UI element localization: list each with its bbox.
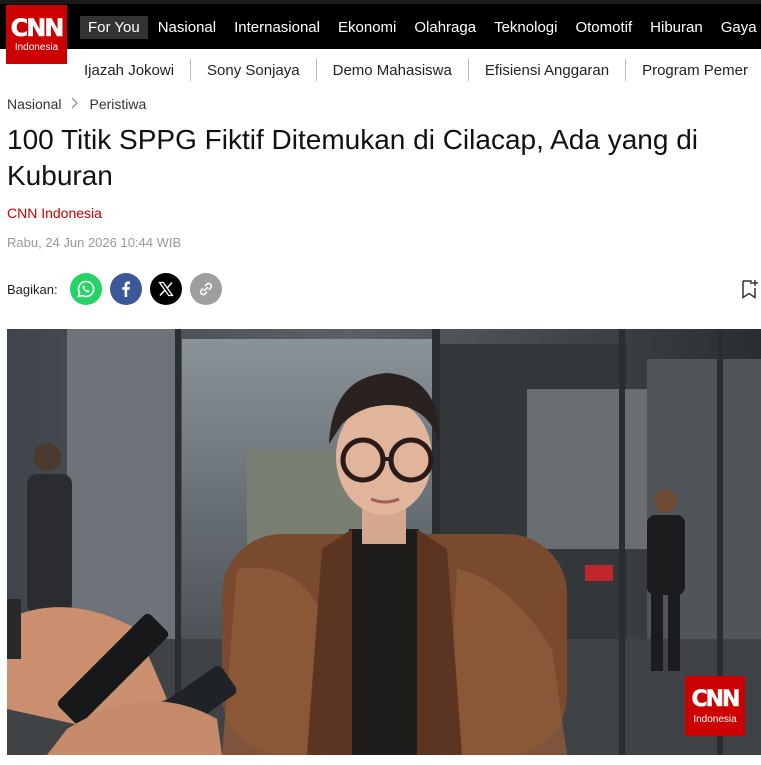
facebook-share-button[interactable] [109, 273, 142, 305]
top-strip [0, 0, 761, 4]
bookmark-add-icon[interactable] [741, 279, 759, 299]
breadcrumb-subsection[interactable]: Peristiwa [89, 96, 146, 112]
top-navbar: For You Nasional Internasional Ekonomi O… [0, 0, 761, 49]
breadcrumb-section[interactable]: Nasional [7, 96, 61, 112]
logo-word: CNN [10, 14, 64, 42]
nav-item-for-you[interactable]: For You [80, 15, 148, 39]
nav-item-internasional[interactable]: Internasional [226, 16, 328, 39]
share-bar: Bagikan: [7, 273, 230, 305]
topic-ijazah-jokowi[interactable]: Ijazah Jokowi [68, 62, 190, 79]
link-icon [199, 282, 212, 296]
share-label: Bagikan: [7, 281, 58, 297]
topic-demo-mahasiswa[interactable]: Demo Mahasiswa [317, 62, 468, 79]
article-hero-image [7, 329, 761, 755]
x-icon [157, 281, 174, 297]
hero-photo [7, 329, 761, 755]
topic-sony-sonjaya[interactable]: Sony Sonjaya [191, 62, 316, 79]
topic-efisiensi-anggaran[interactable]: Efisiensi Anggaran [469, 62, 625, 79]
article-source[interactable]: CNN Indonesia [7, 205, 102, 221]
copy-link-button[interactable] [189, 273, 222, 305]
article-date: Rabu, 24 Jun 2026 10:44 WIB [7, 235, 182, 250]
article-title: 100 Titik SPPG Fiktif Ditemukan di Cilac… [7, 124, 698, 191]
nav-item-olahraga[interactable]: Olahraga [406, 16, 484, 39]
logo-subtitle: Indonesia [14, 42, 59, 53]
cnn-watermark: CNN Indonesia [685, 676, 745, 736]
nav-item-otomotif[interactable]: Otomotif [567, 16, 640, 39]
trending-topics-nav: Ijazah Jokowi Sony Sonjaya Demo Mahasisw… [68, 56, 761, 84]
cnn-logo[interactable]: CNN Indonesia [6, 5, 67, 64]
facebook-icon [121, 281, 130, 297]
nav-item-teknologi[interactable]: Teknologi [486, 16, 565, 39]
topic-program-pemer[interactable]: Program Pemer [626, 62, 761, 79]
nav-item-ekonomi[interactable]: Ekonomi [330, 16, 404, 39]
main-nav: For You Nasional Internasional Ekonomi O… [80, 14, 761, 40]
nav-item-hiburan[interactable]: Hiburan [642, 16, 711, 39]
watermark-subtitle: Indonesia [693, 713, 737, 725]
x-share-button[interactable] [149, 273, 182, 305]
chevron-right-icon [71, 97, 79, 112]
watermark-word: CNN [691, 686, 740, 712]
breadcrumb: Nasional Peristiwa [7, 96, 146, 112]
whatsapp-icon [76, 280, 94, 298]
whatsapp-share-button[interactable] [69, 273, 102, 305]
nav-item-nasional[interactable]: Nasional [150, 16, 224, 39]
nav-item-gaya[interactable]: Gaya [713, 16, 761, 39]
